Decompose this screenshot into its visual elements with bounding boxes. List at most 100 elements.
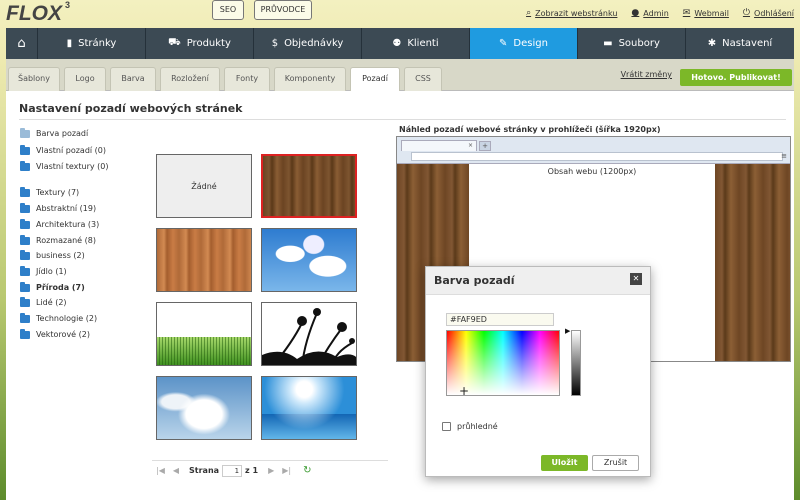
cart-icon: ⛟ bbox=[168, 37, 181, 48]
dialog-title: Barva pozadí bbox=[434, 274, 515, 287]
tree-item-people[interactable]: Lidé (2) bbox=[20, 296, 67, 307]
tree-item-nature[interactable]: Příroda (7) bbox=[20, 281, 85, 292]
view-website-link[interactable]: ⌕ Zobrazit webstránku bbox=[526, 8, 617, 18]
seo-button[interactable]: SEO bbox=[212, 0, 244, 20]
undo-changes-link[interactable]: Vrátit změny bbox=[621, 70, 672, 79]
thumb-green-grass[interactable] bbox=[156, 302, 252, 366]
folder-icon bbox=[20, 265, 30, 276]
tab-background[interactable]: Pozadí bbox=[350, 67, 400, 92]
nav-files[interactable]: ▬ Soubory bbox=[578, 28, 686, 59]
nav-home[interactable]: ⌂ bbox=[6, 28, 38, 59]
flox-logo[interactable]: FLOX 3 bbox=[6, 0, 71, 26]
webmail-link[interactable]: ✉ Webmail bbox=[683, 8, 729, 18]
folder-icon bbox=[20, 234, 30, 245]
hex-color-input[interactable]: #FAF9ED bbox=[446, 313, 554, 326]
thumb-none[interactable]: Žádné bbox=[156, 154, 252, 218]
first-page-icon[interactable]: |◀ bbox=[156, 466, 165, 475]
search-icon: ⌕ bbox=[526, 8, 532, 18]
folder-icon bbox=[20, 312, 30, 323]
nav-orders[interactable]: $ Objednávky bbox=[254, 28, 362, 59]
top-links: ⌕ Zobrazit webstránku ● Admin ✉ Webmail ⏻ Od… bbox=[512, 8, 794, 18]
folder-icon bbox=[20, 218, 30, 229]
nav-design[interactable]: ✎ Design bbox=[470, 28, 578, 59]
users-icon: ⚉ bbox=[392, 38, 402, 49]
brush-icon: ✎ bbox=[499, 38, 508, 49]
tree-item-business[interactable]: business (2) bbox=[20, 249, 85, 260]
tree-item-architecture[interactable]: Architektura (3) bbox=[20, 218, 99, 229]
folder-icon bbox=[20, 249, 30, 260]
tree-item-vector[interactable]: Vektorové (2) bbox=[20, 328, 90, 339]
folder-icon: ▬ bbox=[603, 38, 613, 49]
design-tabs: Šablony Logo Barva Rozložení Fonty Kompo… bbox=[6, 59, 794, 92]
mock-browser-tab: × bbox=[401, 140, 477, 151]
thumb-dark-wood[interactable] bbox=[261, 154, 357, 218]
next-page-icon[interactable]: ▶ bbox=[268, 466, 274, 475]
menu-icon: ≡ bbox=[781, 152, 787, 160]
thumb-cloudy-sky[interactable] bbox=[156, 376, 252, 440]
tab-fonts[interactable]: Fonty bbox=[224, 67, 270, 91]
last-page-icon[interactable]: ▶| bbox=[282, 466, 291, 475]
tree-item-custom-textures[interactable]: Vlastní textury (0) bbox=[20, 160, 109, 171]
transparent-option[interactable]: průhledné bbox=[442, 422, 498, 431]
refresh-icon[interactable]: ↻ bbox=[303, 465, 311, 476]
nav-pages[interactable]: ▮ Stránky bbox=[38, 28, 146, 59]
prev-page-icon[interactable]: ◀ bbox=[173, 466, 179, 475]
folder-icon bbox=[20, 281, 30, 292]
crosshair-icon[interactable]: + bbox=[459, 385, 469, 397]
luminance-marker-icon[interactable]: ▶ bbox=[565, 327, 570, 335]
tree-item-custom-backgrounds[interactable]: Vlastní pozadí (0) bbox=[20, 144, 106, 155]
pagination: |◀ ◀ Strana 1 z 1 ▶ ▶| ↻ bbox=[152, 460, 388, 480]
main-nav: ⌂ ▮ Stránky ⛟ Produkty $ Objednávky ⚉ Klient… bbox=[6, 28, 794, 59]
logout-link[interactable]: ⏻ Odhlášení bbox=[743, 8, 794, 18]
mock-new-tab: + bbox=[479, 141, 491, 151]
home-icon: ⌂ bbox=[17, 36, 26, 51]
folder-icon bbox=[20, 160, 30, 171]
top-bar: FLOX 3 SEO PRŮVODCE ⌕ Zobrazit webstránku … bbox=[0, 0, 800, 28]
gear-icon: ✱ bbox=[707, 38, 717, 49]
mock-url-bar bbox=[411, 152, 783, 161]
thumb-sun-over-sea[interactable] bbox=[261, 376, 357, 440]
title-divider bbox=[19, 119, 786, 120]
envelope-icon: ✉ bbox=[682, 8, 691, 18]
tab-templates[interactable]: Šablony bbox=[8, 67, 60, 91]
dollar-icon: $ bbox=[271, 38, 279, 49]
nav-settings[interactable]: ✱ Nastavení bbox=[686, 28, 794, 59]
save-button[interactable]: Uložit bbox=[541, 455, 588, 471]
tree-item-textures[interactable]: Textury (7) bbox=[20, 186, 79, 197]
thumb-blue-sky[interactable] bbox=[261, 228, 357, 292]
admin-link[interactable]: ● Admin bbox=[631, 8, 668, 18]
page-title: Nastavení pozadí webových stránek bbox=[19, 102, 243, 115]
tree-item-food[interactable]: Jídlo (1) bbox=[20, 265, 67, 276]
nav-clients[interactable]: ⚉ Klienti bbox=[362, 28, 470, 59]
user-icon: ● bbox=[631, 8, 640, 18]
cancel-button[interactable]: Zrušit bbox=[592, 455, 639, 471]
tab-color[interactable]: Barva bbox=[110, 67, 156, 91]
transparent-checkbox[interactable] bbox=[442, 422, 451, 431]
tree-item-abstract[interactable]: Abstraktní (19) bbox=[20, 202, 96, 213]
file-icon: ▮ bbox=[66, 38, 73, 49]
close-icon[interactable]: ✕ bbox=[630, 273, 642, 285]
tree-item-technology[interactable]: Technologie (2) bbox=[20, 312, 97, 323]
tab-logo[interactable]: Logo bbox=[64, 67, 106, 91]
folder-icon bbox=[20, 127, 30, 138]
tab-css[interactable]: CSS bbox=[404, 67, 442, 91]
tab-components[interactable]: Komponenty bbox=[274, 67, 346, 91]
page-number-input[interactable]: 1 bbox=[222, 464, 243, 477]
tab-layout[interactable]: Rozložení bbox=[160, 67, 220, 91]
mock-browser-bar: × + ≡ bbox=[397, 137, 790, 164]
preview-right-background bbox=[715, 164, 790, 361]
guide-button[interactable]: PRŮVODCE bbox=[254, 0, 312, 20]
logo-text: FLOX bbox=[6, 2, 62, 25]
folder-icon bbox=[20, 202, 30, 213]
thumb-flower-silhouette[interactable] bbox=[261, 302, 357, 366]
publish-button[interactable]: Hotovo. Publikovat! bbox=[680, 69, 792, 86]
preview-label: Náhled pozadí webové stránky v prohlížeč… bbox=[399, 125, 661, 134]
nav-products[interactable]: ⛟ Produkty bbox=[146, 28, 254, 59]
content-panel: Nastavení pozadí webových stránek Barva … bbox=[6, 91, 794, 500]
folder-icon bbox=[20, 296, 30, 307]
logo-version: 3 bbox=[65, 0, 71, 10]
luminance-slider[interactable] bbox=[571, 330, 581, 396]
tree-item-blurred[interactable]: Rozmazané (8) bbox=[20, 234, 96, 245]
thumb-light-wood[interactable] bbox=[156, 228, 252, 292]
tree-item-background-color[interactable]: Barva pozadí bbox=[20, 127, 88, 138]
